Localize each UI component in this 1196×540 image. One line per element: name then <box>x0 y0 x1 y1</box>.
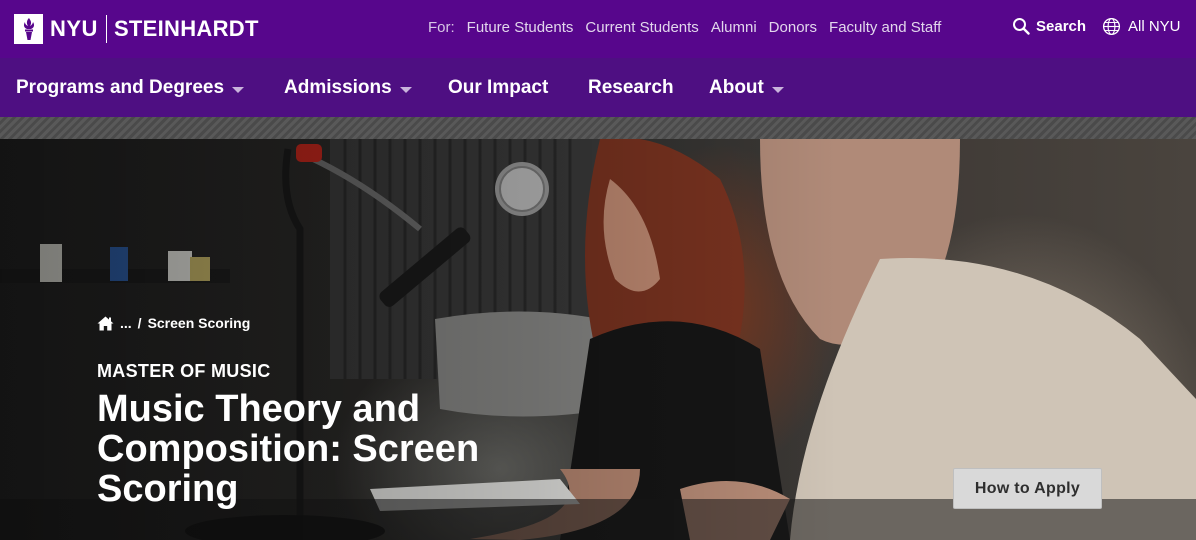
audience-link-current-students[interactable]: Current Students <box>585 19 698 36</box>
nav-item-admissions[interactable]: Admissions <box>284 77 412 99</box>
nyu-steinhardt-logo[interactable]: NYU STEINHARDT <box>14 14 259 44</box>
logo-university-text: NYU <box>50 16 98 41</box>
chevron-down-icon <box>771 86 784 93</box>
audience-link-faculty-staff[interactable]: Faculty and Staff <box>829 19 941 36</box>
nav-item-label: Programs and Degrees <box>16 77 225 98</box>
all-nyu-label: All NYU <box>1128 18 1181 35</box>
breadcrumb-home-link[interactable] <box>97 316 114 331</box>
breadcrumb-separator: / <box>137 315 142 331</box>
torch-icon <box>14 14 43 44</box>
search-label: Search <box>1036 17 1087 35</box>
globe-icon <box>1102 17 1121 36</box>
search-button[interactable]: Search <box>1012 17 1086 35</box>
nav-item-our-impact[interactable]: Our Impact <box>448 77 548 99</box>
nav-item-about[interactable]: About <box>709 77 784 99</box>
logo-divider <box>105 15 107 43</box>
search-icon <box>1013 18 1030 35</box>
logo-school-text: STEINHARDT <box>113 16 259 41</box>
decorative-stripe <box>0 117 1196 139</box>
nav-item-label: About <box>709 77 764 98</box>
breadcrumb-ellipsis[interactable]: ... <box>120 315 132 331</box>
utility-bar: NYU STEINHARDT For: Future Students Curr… <box>0 0 1196 58</box>
home-icon <box>97 316 114 330</box>
chevron-down-icon <box>232 86 245 93</box>
chevron-down-icon <box>399 86 412 93</box>
hero-banner: ... / Screen Scoring MASTER OF MUSIC Mus… <box>0 139 1196 540</box>
nav-item-label: Research <box>588 77 674 98</box>
breadcrumb: ... / Screen Scoring <box>97 315 250 331</box>
all-nyu-button[interactable]: All NYU <box>1102 17 1181 36</box>
audience-nav: For: Future Students Current Students Al… <box>428 19 941 36</box>
audience-link-alumni[interactable]: Alumni <box>711 19 757 36</box>
nav-item-label: Admissions <box>284 77 392 98</box>
breadcrumb-current: Screen Scoring <box>147 315 251 331</box>
nav-item-research[interactable]: Research <box>588 77 674 99</box>
audience-link-donors[interactable]: Donors <box>769 19 817 36</box>
page-title: Music Theory and Composition: Screen Sco… <box>97 388 480 510</box>
how-to-apply-button[interactable]: How to Apply <box>953 468 1102 509</box>
nav-item-programs-and-degrees[interactable]: Programs and Degrees <box>16 77 245 99</box>
audience-link-future-students[interactable]: Future Students <box>467 19 574 36</box>
degree-label: MASTER OF MUSIC <box>97 361 271 381</box>
main-nav: Programs and Degrees Admissions Our Impa… <box>0 58 1196 117</box>
audience-for-label: For: <box>428 19 455 36</box>
nav-item-label: Our Impact <box>448 77 549 98</box>
